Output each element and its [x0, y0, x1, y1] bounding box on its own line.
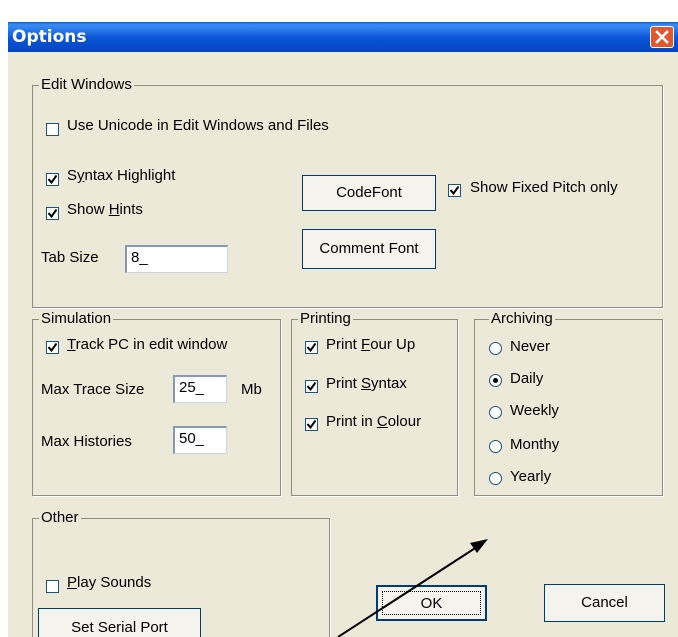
- annotation-arrow: [337, 539, 488, 637]
